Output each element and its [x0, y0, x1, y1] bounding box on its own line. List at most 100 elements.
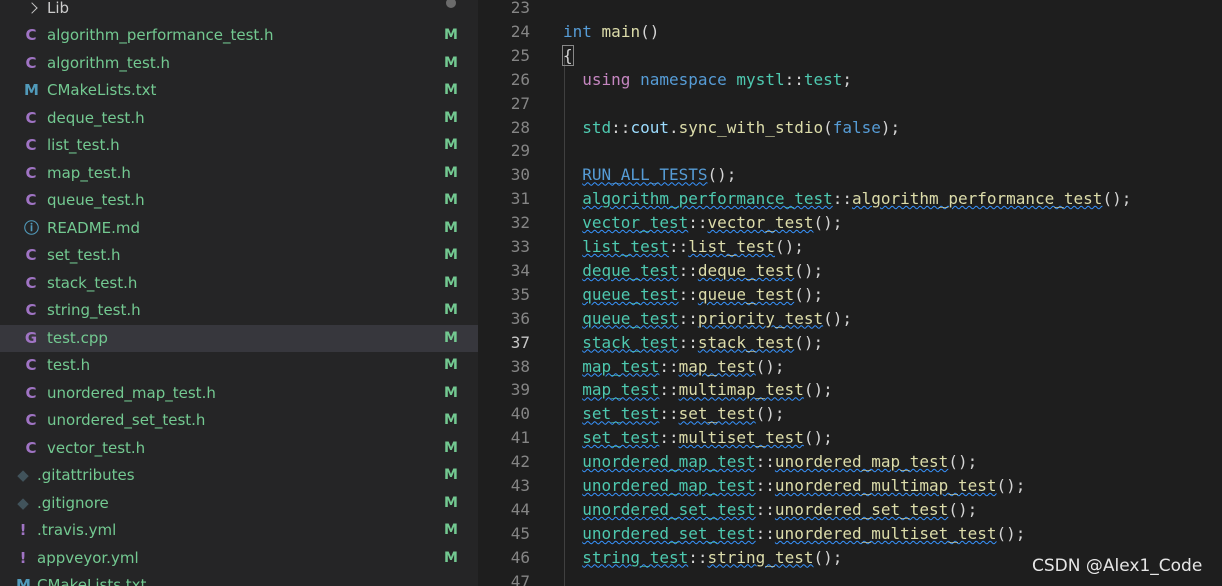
code-line[interactable]: 33 list_test::list_test(); — [478, 235, 1222, 259]
git-status-badge: M — [444, 82, 458, 98]
code-line[interactable]: 34 deque_test::deque_test(); — [478, 259, 1222, 283]
code-token: :: — [755, 523, 775, 543]
code-line[interactable]: 30 RUN_ALL_TESTS(); — [478, 163, 1222, 187]
code-line[interactable]: 25 { — [478, 44, 1222, 68]
code-line[interactable]: 41 set_test::multiset_test(); — [478, 426, 1222, 450]
code-line[interactable]: 27 — [478, 92, 1222, 116]
code-token: (); — [813, 213, 843, 233]
code-line[interactable]: 26 using namespace mystl::test; — [478, 68, 1222, 92]
git-status-badge: M — [444, 467, 458, 483]
file-row[interactable]: ! appveyor.yml M — [0, 545, 478, 572]
file-row[interactable]: Cunordered_set_test.h M — [0, 407, 478, 434]
code-line[interactable]: 44 unordered_set_test::unordered_set_tes… — [478, 498, 1222, 522]
code-token: int — [563, 21, 592, 41]
code-line[interactable]: 38 map_test::map_test(); — [478, 355, 1222, 379]
code-editor[interactable]: 23 24 int main() 25 {26 using namespace myst… — [478, 0, 1222, 586]
line-number: 44 — [510, 499, 530, 519]
code-token: (); — [755, 404, 785, 424]
chevron-right-icon[interactable] — [26, 2, 38, 14]
file-name: .gitignore — [37, 493, 109, 512]
file-row[interactable]: Clist_test.h M — [0, 132, 478, 159]
file-row[interactable]: Cstring_test.h M — [0, 297, 478, 324]
code-token: main — [601, 21, 641, 41]
file-row[interactable]: ⓘ README.md M — [0, 215, 478, 242]
code-line[interactable]: 29 — [478, 139, 1222, 163]
code-token: (); — [1102, 189, 1132, 209]
c-header-icon: C — [25, 163, 37, 182]
code-line[interactable]: 23 — [478, 0, 1222, 20]
code-line[interactable]: 36 queue_test::priority_test(); — [478, 307, 1222, 331]
code-token: (); — [813, 547, 843, 567]
code-token: :: — [659, 428, 679, 448]
file-row[interactable]: Gtest.cpp M — [0, 324, 478, 352]
code-text: algorithm_performance_test::algorithm_pe… — [563, 187, 1131, 211]
code-line[interactable]: 39 map_test::multimap_test(); — [478, 378, 1222, 402]
git-status-badge: M — [444, 494, 458, 511]
code-token: using — [582, 69, 631, 89]
file-row[interactable]: Calgorithm_performance_test.h M — [0, 22, 478, 49]
file-row[interactable]: Cdeque_test.h M — [0, 105, 478, 132]
code-line[interactable]: 31 algorithm_performance_test::algorithm… — [478, 187, 1222, 211]
line-number: 43 — [510, 476, 530, 495]
code-token: :: — [688, 547, 708, 567]
code-token: map_test — [582, 380, 660, 400]
code-token: :: — [659, 356, 679, 376]
code-line[interactable]: 45 unordered_set_test::unordered_multise… — [478, 522, 1222, 546]
git-status-badge: M — [444, 384, 458, 401]
file-row[interactable]: M CMakeLists.txt M — [0, 77, 478, 104]
line-number: 45 — [510, 523, 530, 543]
code-token: priority_test — [697, 308, 824, 328]
file-name: CMakeLists.txt — [37, 576, 147, 586]
code-line[interactable]: 43 unordered_map_test::unordered_multima… — [478, 474, 1222, 498]
line-number: 39 — [510, 380, 530, 400]
code-token: map_test — [582, 356, 660, 376]
code-line[interactable]: 40 set_test::set_test(); — [478, 402, 1222, 426]
file-row[interactable]: Cstack_test.h M — [0, 270, 478, 297]
folder-name: Lib — [47, 0, 70, 17]
file-row[interactable]: Cmap_test.h M — [0, 160, 478, 187]
file-name: algorithm_test.h — [47, 53, 170, 72]
code-line[interactable]: 24 int main() — [478, 20, 1222, 44]
code-token: () — [640, 21, 660, 41]
folder-row-lib[interactable]: Lib — [0, 0, 478, 22]
file-row[interactable]: M CMakeLists.txt — [0, 572, 478, 586]
code-token: namespace — [640, 69, 727, 89]
file-row[interactable]: Cvector_test.h M — [0, 435, 478, 462]
git-status-badge: M — [444, 109, 458, 126]
c-header-icon: C — [25, 301, 37, 319]
file-row[interactable]: Calgorithm_test.h M — [0, 50, 478, 77]
file-row[interactable]: Cunordered_map_test.h M — [0, 380, 478, 407]
code-text: map_test::map_test(); — [563, 355, 785, 379]
code-token: (); — [755, 356, 785, 376]
line-number: 38 — [510, 356, 530, 376]
file-row[interactable]: ◆ .gitignore M — [0, 490, 478, 517]
code-line[interactable]: 28 std::cout.sync_with_stdio(false); — [478, 116, 1222, 140]
file-explorer: Lib Calgorithm_performance_test.h M Calgor… — [0, 0, 478, 586]
code-text: queue_test::queue_test(); — [563, 283, 823, 307]
code-text: unordered_set_test::unordered_multiset_t… — [563, 522, 1025, 546]
file-row[interactable]: ! .travis.yml M — [0, 517, 478, 544]
line-number: 46 — [510, 547, 530, 567]
code-token: unordered_multiset_test — [774, 523, 997, 543]
file-row[interactable]: ◆ .gitattributes M — [0, 462, 478, 489]
code-token: mystl — [736, 69, 785, 89]
code-line[interactable]: 42 unordered_map_test::unordered_map_tes… — [478, 450, 1222, 474]
code-line[interactable]: 32 vector_test::vector_test(); — [478, 211, 1222, 235]
file-row[interactable]: Ctest.h M — [0, 352, 478, 379]
code-token: :: — [668, 237, 689, 256]
git-status-badge: M — [444, 27, 458, 43]
code-line[interactable]: 35 queue_test::queue_test(); — [478, 283, 1222, 307]
code-line[interactable]: 37 stack_test::stack_test(); — [478, 331, 1222, 355]
code-token: std — [582, 117, 612, 137]
line-number: 27 — [510, 93, 530, 113]
line-number: 36 — [510, 308, 530, 328]
line-number: 23 — [510, 0, 530, 17]
file-row[interactable]: Cset_test.h M — [0, 242, 478, 269]
file-row[interactable]: Cqueue_test.h M — [0, 187, 478, 214]
code-token: { — [562, 44, 574, 66]
code-token: false — [832, 117, 881, 137]
